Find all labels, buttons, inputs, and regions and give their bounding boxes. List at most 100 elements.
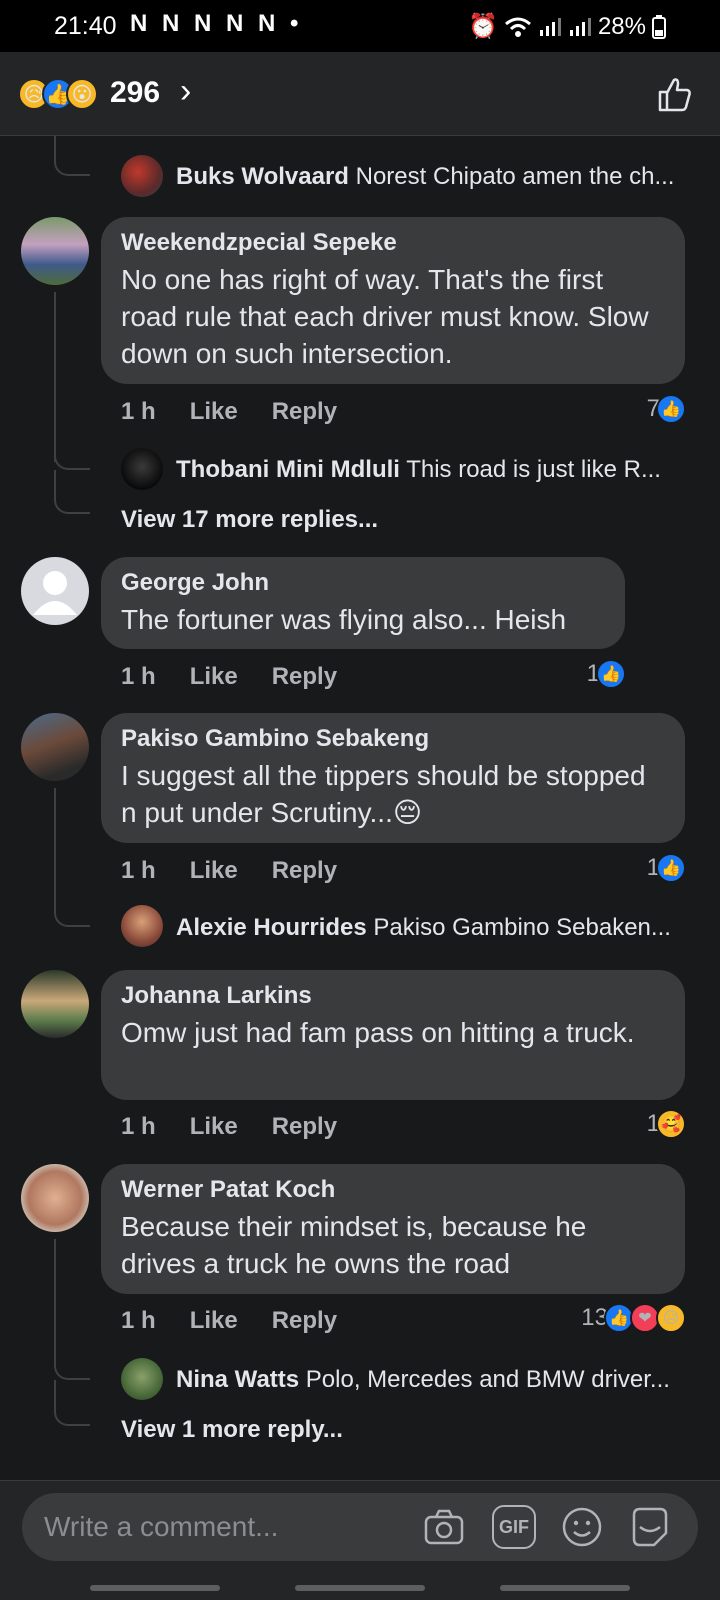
reaction-count[interactable]: 296 xyxy=(110,76,160,110)
reaction-count-badge[interactable]: 1 👍 xyxy=(647,853,686,883)
like-reaction-icon: 👍 xyxy=(596,659,626,689)
avatar[interactable] xyxy=(21,713,89,781)
reply-author[interactable]: Buks Wolvaard xyxy=(176,163,349,190)
like-link[interactable]: Like xyxy=(190,1307,238,1335)
comment-bubble[interactable]: Johanna Larkins Omw just had fam pass on… xyxy=(101,970,685,1100)
avatar[interactable] xyxy=(121,905,163,947)
comment-input[interactable]: Write a comment... GIF xyxy=(22,1493,698,1561)
reply-link[interactable]: Reply xyxy=(272,663,337,691)
view-more-replies[interactable]: View 1 more reply... xyxy=(121,1416,343,1444)
thread-line xyxy=(54,1239,56,1363)
default-avatar-icon xyxy=(33,571,77,615)
avatar[interactable] xyxy=(21,557,89,625)
camera-icon[interactable] xyxy=(422,1505,466,1549)
battery-percent: 28% xyxy=(597,12,646,40)
emoji-icon[interactable] xyxy=(560,1505,604,1549)
like-link[interactable]: Like xyxy=(190,663,238,691)
thread-line xyxy=(54,788,56,908)
avatar[interactable] xyxy=(21,1164,89,1232)
notification-icons: N N N N N • xyxy=(130,10,303,37)
like-link[interactable]: Like xyxy=(190,1113,238,1141)
thread-line xyxy=(54,136,90,176)
reply-author[interactable]: Alexie Hourrides xyxy=(176,914,367,941)
thread-line xyxy=(54,1404,90,1426)
comment-placeholder[interactable]: Write a comment... xyxy=(44,1511,278,1543)
like-link[interactable]: Like xyxy=(190,857,238,885)
reply-link[interactable]: Reply xyxy=(272,398,337,426)
comment-text: The fortuner was flying also... Heish xyxy=(121,604,567,635)
like-button-icon[interactable] xyxy=(654,74,694,114)
nav-handle xyxy=(90,1585,220,1591)
avatar[interactable] xyxy=(121,155,163,197)
reply-author[interactable]: Nina Watts xyxy=(176,1366,299,1393)
comment-actions: 1 h Like Reply xyxy=(121,663,337,691)
comment-author[interactable]: Weekendzpecial Sepeke xyxy=(121,229,665,257)
reply-snippet: This road is just like R... xyxy=(406,456,661,483)
care-reaction-icon: 🥰 xyxy=(656,1109,686,1139)
gif-label: GIF xyxy=(499,1516,529,1537)
comment-time[interactable]: 1 h xyxy=(121,663,156,691)
reply-snippet: Norest Chipato amen the ch... xyxy=(355,163,675,190)
comment-text: No one has right of way. That's the firs… xyxy=(121,264,649,369)
comment-text: Because their mindset is, because he dri… xyxy=(121,1211,587,1279)
reaction-count-badge[interactable]: 1 🥰 xyxy=(647,1109,686,1139)
reply-snippet: Pakiso Gambino Sebaken... xyxy=(373,914,671,941)
reply-preview[interactable]: Thobani Mini Mdluli This road is just li… xyxy=(176,456,686,484)
like-reaction-icon: 👍 xyxy=(656,394,686,424)
view-more-replies[interactable]: View 17 more replies... xyxy=(121,506,378,534)
comment-actions: 1 h Like Reply xyxy=(121,857,337,885)
signal-icon-2 xyxy=(569,17,591,36)
status-time: 21:40 xyxy=(54,12,117,40)
avatar[interactable] xyxy=(121,1358,163,1400)
comment-author[interactable]: George John xyxy=(121,569,605,597)
avatar[interactable] xyxy=(121,448,163,490)
reply-author[interactable]: Thobani Mini Mdluli xyxy=(176,456,400,483)
signal-icon xyxy=(539,17,561,36)
reply-preview[interactable]: Buks Wolvaard Norest Chipato amen the ch… xyxy=(176,163,686,191)
wifi-icon xyxy=(504,17,531,37)
reply-preview[interactable]: Alexie Hourrides Pakiso Gambino Sebaken.… xyxy=(176,914,686,942)
comment-author[interactable]: Pakiso Gambino Sebakeng xyxy=(121,725,665,753)
like-link[interactable]: Like xyxy=(190,398,238,426)
sad-reaction-icon: 😥 xyxy=(656,1303,686,1333)
chevron-right-icon[interactable]: › xyxy=(180,72,191,111)
alarm-icon: ⏰ xyxy=(468,13,498,40)
thread-line xyxy=(54,292,56,462)
reactions-header[interactable]: 😥 👍 😮 296 › xyxy=(0,52,720,136)
comment-author[interactable]: Johanna Larkins xyxy=(121,982,665,1010)
comment-bubble[interactable]: Weekendzpecial Sepeke No one has right o… xyxy=(101,217,685,384)
comment-actions: 1 h Like Reply xyxy=(121,398,337,426)
reaction-count-badge[interactable]: 1 👍 xyxy=(587,659,626,689)
comment-text: Omw just had fam pass on hitting a truck… xyxy=(121,1017,635,1048)
reaction-summary[interactable]: 😥 👍 😮 xyxy=(18,78,98,110)
comment-time[interactable]: 1 h xyxy=(121,857,156,885)
comment-time[interactable]: 1 h xyxy=(121,1113,156,1141)
comment-bubble[interactable]: Pakiso Gambino Sebakeng I suggest all th… xyxy=(101,713,685,843)
comment-text: I suggest all the tippers should be stop… xyxy=(121,760,646,828)
reply-preview[interactable]: Nina Watts Polo, Mercedes and BMW driver… xyxy=(176,1366,686,1394)
reply-link[interactable]: Reply xyxy=(272,1113,337,1141)
reply-snippet: Polo, Mercedes and BMW driver... xyxy=(305,1366,670,1393)
avatar[interactable] xyxy=(21,217,89,285)
sticker-icon[interactable] xyxy=(628,1505,672,1549)
comment-actions: 1 h Like Reply xyxy=(121,1307,337,1335)
status-bar: 21:40 N N N N N • ⏰ 28% xyxy=(0,0,720,52)
reaction-count-badge[interactable]: 7 👍 xyxy=(647,394,686,424)
comment-time[interactable]: 1 h xyxy=(121,1307,156,1335)
comment-bubble[interactable]: George John The fortuner was flying also… xyxy=(101,557,625,649)
nav-handle xyxy=(295,1585,425,1591)
thread-line xyxy=(54,905,90,927)
comment-author[interactable]: Werner Patat Koch xyxy=(121,1176,665,1204)
comment-actions: 1 h Like Reply xyxy=(121,1113,337,1141)
comment-bubble[interactable]: Werner Patat Koch Because their mindset … xyxy=(101,1164,685,1294)
reply-link[interactable]: Reply xyxy=(272,857,337,885)
reply-link[interactable]: Reply xyxy=(272,1307,337,1335)
gif-icon[interactable]: GIF xyxy=(492,1505,536,1549)
nav-handle xyxy=(500,1585,630,1591)
battery-icon xyxy=(652,14,666,39)
avatar[interactable] xyxy=(21,970,89,1038)
comment-time[interactable]: 1 h xyxy=(121,398,156,426)
thread-line xyxy=(54,1358,90,1380)
reaction-count-badge[interactable]: 13 👍 ❤ 😥 xyxy=(581,1303,686,1333)
thread-line xyxy=(54,492,90,514)
